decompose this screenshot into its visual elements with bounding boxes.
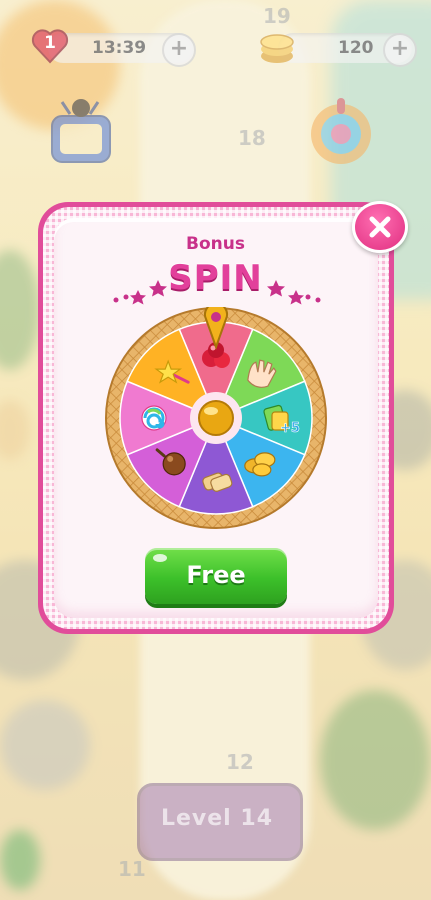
wheel-hub-shine [204, 407, 218, 415]
plus-five-label: +5 [280, 421, 300, 436]
right-stars-decoration [267, 280, 321, 305]
modal-subtitle: Bonus [186, 234, 245, 254]
left-stars-decoration [113, 280, 167, 305]
free-spin-button-label: Free [186, 561, 246, 589]
spin-wheel[interactable]: +5 [105, 307, 327, 529]
modal-title: SPIN [168, 258, 263, 298]
swirl-candy-icon [141, 405, 167, 431]
wheel-hub [198, 400, 234, 436]
free-spin-button[interactable]: Free [145, 548, 287, 604]
